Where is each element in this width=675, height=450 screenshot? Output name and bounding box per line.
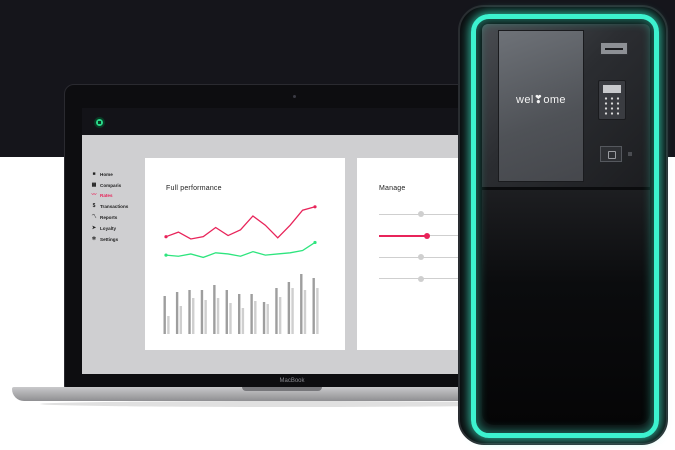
building-icon: ▦ bbox=[91, 181, 97, 188]
chart-line-icon: 〽 bbox=[91, 214, 97, 221]
sidebar-item-label: Reports bbox=[100, 215, 118, 221]
sidebar-item-home[interactable]: ■ Home bbox=[91, 169, 141, 180]
app-logo-icon[interactable] bbox=[94, 117, 105, 128]
bar-primary bbox=[188, 290, 191, 334]
bar-secondary bbox=[241, 308, 245, 334]
bar-primary bbox=[275, 288, 278, 334]
home-icon: ■ bbox=[92, 170, 96, 177]
tag-icon: ➤ bbox=[91, 224, 97, 231]
sidebar-item-transactions[interactable]: $ Transactions bbox=[91, 201, 141, 212]
camera-icon bbox=[293, 95, 296, 98]
sidebar-item-label: Rates bbox=[100, 193, 113, 199]
bar-primary bbox=[163, 296, 166, 334]
slider-knob[interactable] bbox=[417, 211, 424, 217]
bar-secondary bbox=[204, 300, 207, 334]
bar-primary bbox=[213, 285, 216, 334]
slider-fill bbox=[379, 234, 428, 237]
bar-secondary bbox=[179, 306, 183, 334]
performance-card: Full performance bbox=[145, 158, 345, 350]
series-point bbox=[313, 240, 317, 245]
sidebar-item-reports[interactable]: 〽 Reports bbox=[91, 212, 141, 223]
bar-secondary bbox=[229, 303, 232, 334]
dollar-icon: $ bbox=[92, 203, 96, 210]
bar-secondary bbox=[303, 290, 307, 334]
app-topbar bbox=[82, 108, 497, 135]
performance-chart bbox=[163, 205, 319, 334]
bar-secondary bbox=[266, 304, 269, 334]
bar-primary bbox=[312, 278, 315, 334]
bar-secondary bbox=[192, 298, 195, 334]
bar-secondary bbox=[254, 301, 257, 334]
bar-secondary bbox=[291, 288, 294, 334]
slider-knob[interactable] bbox=[417, 254, 424, 260]
trend-icon: 〰 bbox=[91, 192, 97, 199]
sidebar-item-label: Home bbox=[100, 171, 113, 177]
sidebar-item-label: Loyalty bbox=[100, 225, 117, 231]
manage-title: Manage bbox=[379, 185, 406, 192]
bar-primary bbox=[238, 294, 241, 334]
bar-primary bbox=[262, 302, 266, 334]
bar-secondary bbox=[316, 288, 319, 334]
sidebar-item-rates[interactable]: 〰 Rates bbox=[91, 191, 141, 202]
series-point bbox=[313, 205, 317, 209]
sidebar-item-label: Comparis bbox=[100, 182, 122, 188]
pin-pad-keys[interactable] bbox=[603, 96, 621, 116]
bar-secondary bbox=[167, 316, 170, 334]
pin-pad[interactable] bbox=[598, 80, 626, 120]
slider-knob[interactable] bbox=[417, 275, 424, 282]
bar-primary bbox=[225, 290, 228, 334]
laptop-brand-label: MacBook bbox=[279, 378, 305, 384]
bar-primary bbox=[175, 292, 179, 334]
sidebar-nav: ■ Home ▦ Comparis 〰 Rates $ Transactions 〽 Report… bbox=[91, 169, 141, 245]
series-point bbox=[164, 235, 168, 239]
bar-secondary bbox=[216, 298, 220, 334]
bar-secondary bbox=[278, 297, 282, 334]
series-line-0 bbox=[165, 206, 316, 240]
bar-primary bbox=[250, 294, 253, 334]
card-slot-icon[interactable] bbox=[600, 42, 628, 55]
dashboard-screen: ■ Home ▦ Comparis 〰 Rates $ Transactions 〽 Report… bbox=[82, 108, 497, 374]
sidebar-item-settings[interactable]: ✲ Settings bbox=[91, 234, 141, 245]
sidebar-item-comparis[interactable]: ▦ Comparis bbox=[91, 180, 141, 191]
bar-primary bbox=[200, 290, 204, 334]
kiosk-welcome-text: wel❣ome bbox=[516, 94, 566, 106]
pin-pad-display bbox=[603, 85, 621, 93]
series-line-1 bbox=[165, 241, 316, 259]
series-point bbox=[164, 253, 168, 257]
sidebar-item-label: Settings bbox=[100, 236, 119, 242]
laptop-notch bbox=[242, 387, 322, 391]
sidebar-item-label: Transactions bbox=[100, 204, 129, 210]
bar-primary bbox=[287, 282, 291, 334]
status-indicator bbox=[628, 152, 632, 156]
nfc-reader-icon[interactable] bbox=[600, 146, 622, 162]
kiosk-screen[interactable] bbox=[498, 30, 584, 182]
gear-icon: ✲ bbox=[91, 235, 97, 242]
bar-primary bbox=[300, 274, 303, 334]
slider-knob[interactable] bbox=[424, 232, 431, 239]
sidebar-item-loyalty[interactable]: ➤ Loyalty bbox=[91, 223, 141, 234]
